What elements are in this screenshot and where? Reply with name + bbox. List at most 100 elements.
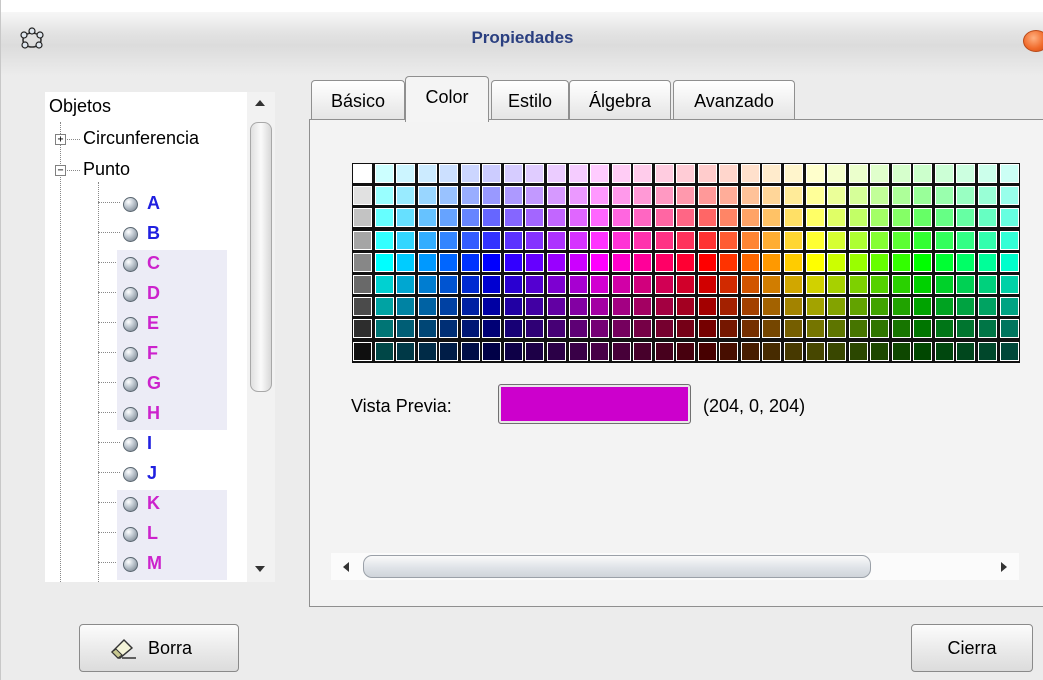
color-swatch[interactable]: [353, 208, 372, 228]
color-swatch[interactable]: [870, 252, 890, 272]
color-swatch[interactable]: [848, 341, 868, 361]
color-swatch[interactable]: [719, 208, 739, 228]
color-swatch[interactable]: [999, 252, 1019, 272]
tab-avanzado[interactable]: Avanzado: [673, 80, 795, 120]
color-swatch[interactable]: [697, 164, 717, 183]
color-swatch[interactable]: [784, 252, 803, 272]
color-swatch[interactable]: [999, 186, 1019, 206]
color-swatch[interactable]: [525, 186, 545, 206]
color-swatch[interactable]: [676, 164, 696, 183]
color-swatch[interactable]: [676, 319, 696, 339]
color-swatch[interactable]: [848, 275, 868, 294]
color-swatch[interactable]: [784, 319, 803, 339]
color-swatch[interactable]: [439, 275, 459, 294]
tree-item-point[interactable]: D: [117, 280, 227, 310]
tree-item-point[interactable]: A: [117, 190, 227, 220]
close-button[interactable]: Cierra: [911, 624, 1033, 672]
color-swatch[interactable]: [546, 208, 566, 228]
color-swatch[interactable]: [460, 230, 480, 250]
color-swatch[interactable]: [460, 275, 480, 294]
color-swatch[interactable]: [999, 164, 1019, 183]
color-swatch[interactable]: [977, 275, 997, 294]
color-swatch[interactable]: [654, 297, 674, 317]
color-swatch[interactable]: [546, 252, 566, 272]
color-swatch[interactable]: [676, 208, 696, 228]
color-swatch[interactable]: [740, 186, 760, 206]
color-swatch[interactable]: [353, 319, 372, 339]
color-swatch[interactable]: [417, 341, 437, 361]
scroll-right-icon[interactable]: [1001, 562, 1007, 572]
color-swatch[interactable]: [525, 208, 545, 228]
color-swatch[interactable]: [525, 297, 545, 317]
color-swatch[interactable]: [934, 208, 954, 228]
tree-item-point[interactable]: J: [117, 460, 227, 490]
color-swatch[interactable]: [740, 341, 760, 361]
tree-item-point[interactable]: L: [117, 520, 227, 550]
color-swatch[interactable]: [611, 252, 631, 272]
tab-color[interactable]: Color: [405, 76, 489, 122]
color-swatch[interactable]: [503, 275, 523, 294]
color-swatch[interactable]: [482, 297, 502, 317]
color-swatch[interactable]: [417, 252, 437, 272]
color-swatch[interactable]: [805, 252, 825, 272]
tree-item-point[interactable]: E: [117, 310, 227, 340]
color-swatch[interactable]: [525, 230, 545, 250]
color-swatch[interactable]: [654, 275, 674, 294]
color-swatch[interactable]: [827, 252, 847, 272]
color-swatch[interactable]: [439, 208, 459, 228]
color-swatch[interactable]: [762, 230, 782, 250]
tree-item-point[interactable]: I: [117, 430, 227, 460]
color-swatch[interactable]: [396, 319, 416, 339]
tree-item-point[interactable]: K: [117, 490, 227, 520]
color-swatch[interactable]: [956, 164, 976, 183]
color-swatch[interactable]: [417, 297, 437, 317]
color-swatch[interactable]: [353, 297, 372, 317]
color-swatch[interactable]: [827, 319, 847, 339]
delete-button[interactable]: Borra: [79, 624, 239, 672]
color-swatch[interactable]: [870, 208, 890, 228]
color-swatch[interactable]: [934, 186, 954, 206]
color-swatch[interactable]: [977, 319, 997, 339]
color-swatch[interactable]: [460, 341, 480, 361]
color-swatch[interactable]: [439, 186, 459, 206]
color-swatch[interactable]: [740, 164, 760, 183]
color-swatch[interactable]: [827, 297, 847, 317]
color-swatch[interactable]: [805, 164, 825, 183]
color-swatch[interactable]: [353, 275, 372, 294]
color-swatch[interactable]: [396, 341, 416, 361]
color-swatch[interactable]: [697, 297, 717, 317]
color-swatch[interactable]: [503, 208, 523, 228]
color-swatch[interactable]: [654, 186, 674, 206]
color-swatch[interactable]: [611, 230, 631, 250]
tree-item-point[interactable]: G: [117, 370, 227, 400]
color-swatch[interactable]: [590, 252, 610, 272]
color-swatch[interactable]: [827, 341, 847, 361]
color-swatch[interactable]: [719, 275, 739, 294]
tab-algebra[interactable]: Álgebra: [569, 80, 671, 120]
color-swatch[interactable]: [977, 208, 997, 228]
color-swatch[interactable]: [439, 164, 459, 183]
color-swatch[interactable]: [633, 164, 653, 183]
color-swatch[interactable]: [590, 319, 610, 339]
color-swatch[interactable]: [676, 275, 696, 294]
color-swatch[interactable]: [913, 208, 933, 228]
color-swatch[interactable]: [719, 186, 739, 206]
color-swatch[interactable]: [633, 208, 653, 228]
color-swatch[interactable]: [590, 275, 610, 294]
color-swatch[interactable]: [525, 252, 545, 272]
color-swatch[interactable]: [870, 275, 890, 294]
color-swatch[interactable]: [827, 275, 847, 294]
color-swatch[interactable]: [956, 186, 976, 206]
color-swatch[interactable]: [999, 208, 1019, 228]
color-swatch[interactable]: [654, 319, 674, 339]
tab-basico[interactable]: Básico: [311, 80, 405, 120]
color-swatch[interactable]: [396, 208, 416, 228]
color-swatch[interactable]: [740, 319, 760, 339]
color-swatch[interactable]: [848, 319, 868, 339]
tree-vertical-scrollbar[interactable]: [247, 92, 275, 582]
color-swatch[interactable]: [439, 252, 459, 272]
color-swatch[interactable]: [611, 186, 631, 206]
color-swatch[interactable]: [590, 208, 610, 228]
tree-item-point[interactable]: H: [117, 400, 227, 430]
color-swatch[interactable]: [396, 252, 416, 272]
